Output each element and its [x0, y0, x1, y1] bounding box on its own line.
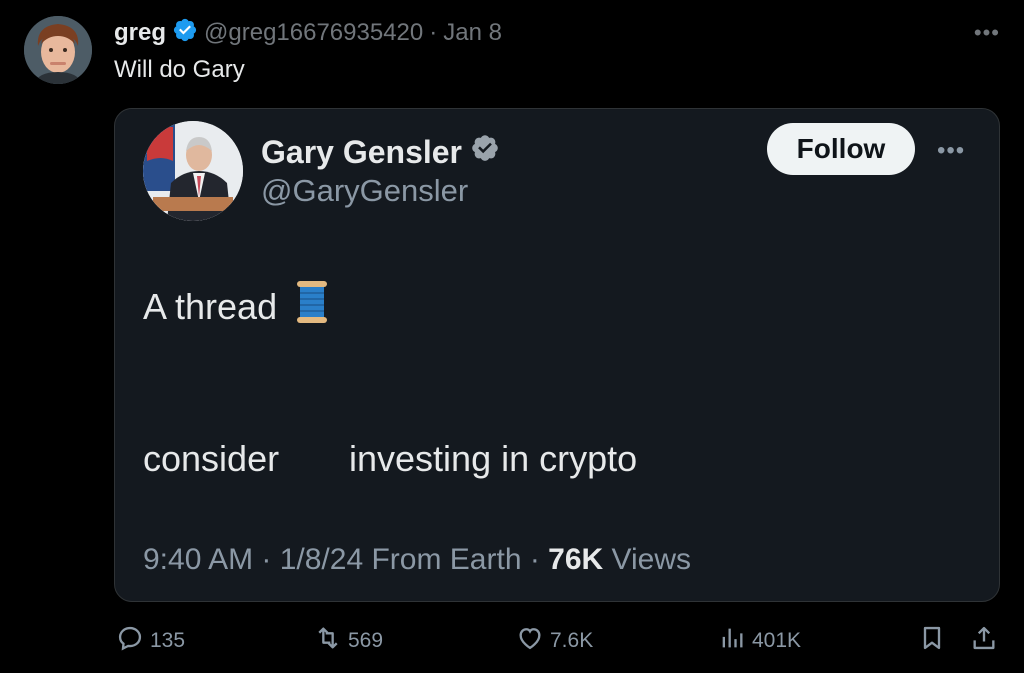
quoted-text-investing: investing in crypto: [349, 438, 638, 479]
quoted-text-line1: A thread: [143, 279, 329, 334]
bookmark-button[interactable]: [918, 624, 952, 658]
quoted-avatar[interactable]: [143, 121, 243, 221]
retweet-icon: [314, 624, 348, 658]
quoted-text-thread: A thread: [143, 285, 278, 327]
avatar[interactable]: [24, 16, 92, 84]
spool-icon: [277, 279, 329, 334]
retweet-button[interactable]: 569: [314, 624, 383, 658]
verified-icon: [462, 133, 500, 171]
share-icon: [970, 624, 1004, 658]
tweet-date[interactable]: Jan 8: [443, 19, 502, 47]
author-handle[interactable]: @greg16676935420: [204, 19, 423, 47]
quoted-author-handle[interactable]: @GaryGensler: [261, 173, 468, 209]
quoted-author-name[interactable]: Gary Gensler: [261, 134, 462, 171]
action-bar: 135 569 7.6K 401K: [0, 624, 1024, 660]
heart-icon: [516, 624, 550, 658]
follow-button[interactable]: Follow: [767, 123, 915, 175]
retweet-count: 569: [348, 629, 384, 652]
quoted-timestamp: 9:40 AM · 1/8/24 From Earth · 76K Views: [143, 543, 691, 577]
verified-icon: [166, 17, 204, 50]
views-button[interactable]: 401K: [718, 624, 801, 658]
share-button[interactable]: [970, 624, 1004, 658]
more-icon[interactable]: •••: [974, 20, 1000, 46]
analytics-icon: [718, 624, 752, 658]
quoted-tweet-card[interactable]: Gary Gensler @GaryGensler Follow ••• A t…: [114, 108, 1000, 602]
reply-count: 135: [150, 629, 186, 652]
quoted-author-row: Gary Gensler: [261, 133, 500, 171]
author-name[interactable]: greg: [114, 19, 166, 47]
reply-icon: [116, 624, 150, 658]
quoted-text-consider: consider: [143, 438, 280, 479]
quoted-more-icon[interactable]: •••: [937, 137, 965, 165]
tweet-text: Will do Gary: [114, 56, 245, 83]
tweet-header: greg @greg16676935420 · Jan 8: [114, 18, 502, 48]
quoted-views-label: Views: [603, 543, 692, 576]
like-button[interactable]: 7.6K: [516, 624, 593, 658]
reply-button[interactable]: 135: [116, 624, 185, 658]
separator: ·: [429, 19, 438, 46]
quoted-time[interactable]: 9:40 AM · 1/8/24 From Earth ·: [143, 543, 548, 576]
views-count: 401K: [752, 629, 802, 652]
bookmark-icon: [918, 624, 952, 658]
quoted-views-count: 76K: [548, 543, 604, 576]
like-count: 7.6K: [550, 629, 594, 652]
